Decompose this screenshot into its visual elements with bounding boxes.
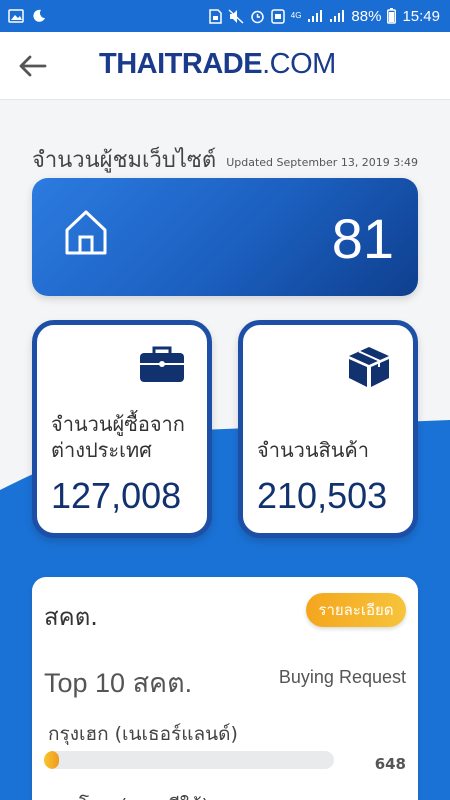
trade-office-title: สคต. <box>44 603 98 631</box>
briefcase-icon <box>139 345 185 387</box>
back-button[interactable] <box>12 46 52 86</box>
buying-request-count: 648 <box>374 755 406 773</box>
list-item-country: กรุงเฮก (เนเธอร์แลนด์) <box>48 723 238 745</box>
visitors-card: 81 <box>32 178 418 296</box>
thaitrade-logo: THAI TRADE .COM <box>99 48 336 80</box>
products-value: 210,503 <box>257 475 388 516</box>
top-ten-title: Top 10 สคต. <box>44 668 193 698</box>
buying-request-progress <box>44 751 334 769</box>
products-label: จำนวนสินค้า <box>257 438 370 462</box>
buyers-label: จำนวนผู้ซื้อจากต่างประเทศ <box>51 412 185 462</box>
mute-icon <box>228 8 244 24</box>
clock: 15:49 <box>402 7 440 25</box>
updated-timestamp: Updated September 13, 2019 3:49 <box>226 156 418 169</box>
trade-office-card: สคต. รายละเอียด Top 10 สคต. Buying Reque… <box>32 577 418 800</box>
visitors-label: จำนวนผู้ชมเว็บไซต์ <box>32 148 217 173</box>
signal-icon <box>307 9 323 23</box>
list-item-country: กรุงโซล (เกาหลีใต้) <box>48 791 209 800</box>
alarm-icon <box>250 9 265 24</box>
box-icon <box>347 345 391 393</box>
nfc-icon <box>271 8 285 24</box>
home-icon <box>64 208 108 260</box>
gallery-icon <box>8 9 24 23</box>
battery-percent: 88% <box>351 7 382 25</box>
moon-icon <box>32 9 46 23</box>
status-bar: 4G 88% 15:49 <box>0 0 450 32</box>
sim-icon <box>209 8 222 24</box>
arrow-left-icon <box>19 55 47 77</box>
battery-icon <box>387 8 397 24</box>
buyers-card: จำนวนผู้ซื้อจากต่างประเทศ 127,008 <box>32 320 212 538</box>
products-card: จำนวนสินค้า 210,503 <box>238 320 418 538</box>
app-header: THAI TRADE .COM <box>0 32 450 100</box>
network-type: 4G <box>290 11 302 20</box>
buyers-value: 127,008 <box>51 475 182 516</box>
buying-request-label: Buying Request <box>278 667 406 687</box>
signal-icon-2 <box>329 9 345 23</box>
progress-fill <box>44 751 59 769</box>
visitors-count: 81 <box>331 207 394 270</box>
details-button[interactable]: รายละเอียด <box>306 593 406 627</box>
